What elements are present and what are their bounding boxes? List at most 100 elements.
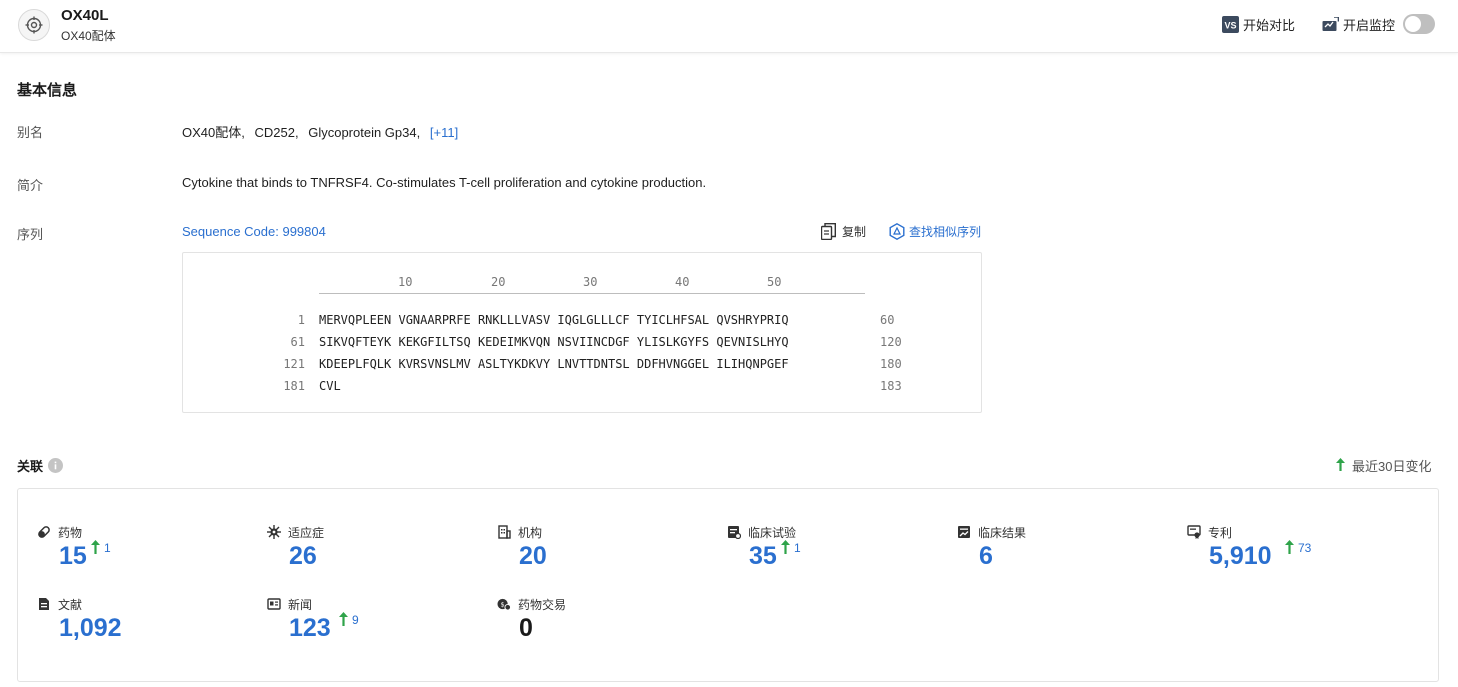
compare-icon: VS bbox=[1222, 16, 1239, 33]
ruler-tick: 30 bbox=[583, 275, 598, 289]
stat-label: 文献 bbox=[58, 597, 83, 612]
newspaper-icon bbox=[267, 597, 281, 611]
stat-delta-value: 73 bbox=[1298, 541, 1312, 555]
page-title: OX40L bbox=[61, 7, 109, 24]
copy-button[interactable]: 复制 bbox=[821, 223, 866, 240]
monitor-icon bbox=[1322, 17, 1339, 32]
stat-label: 专利 bbox=[1208, 525, 1233, 540]
chart-report-icon bbox=[957, 525, 971, 539]
up-arrow-icon bbox=[91, 540, 100, 558]
monitor-label: 开启监控 bbox=[1343, 18, 1396, 33]
sequence-label: 序列 bbox=[17, 227, 44, 242]
sequence-row-end: 60 bbox=[880, 313, 895, 327]
alias-more-link[interactable]: [+11] bbox=[430, 125, 458, 140]
stat-label: 药物 bbox=[58, 525, 83, 540]
intro-label: 简介 bbox=[17, 178, 44, 193]
sequence-row-start: 61 bbox=[290, 335, 305, 349]
stat-value[interactable]: 6 bbox=[979, 542, 993, 571]
sequence-row: 181 CVL 183 bbox=[183, 379, 981, 395]
alias-item: Glycoprotein Gp34 bbox=[308, 125, 417, 140]
related-stats-panel: 药物 15 1 适应症 26 机构 20 临床试验 35 1 临床结果 6 专利… bbox=[17, 488, 1439, 682]
copy-icon bbox=[821, 223, 836, 240]
stat-value[interactable]: 20 bbox=[519, 542, 547, 571]
stat-value[interactable]: 15 bbox=[59, 542, 87, 571]
stat-news[interactable]: 新闻 123 9 bbox=[267, 596, 359, 642]
stat-value[interactable]: 26 bbox=[289, 542, 317, 571]
monitor-toggle[interactable] bbox=[1403, 14, 1435, 34]
virus-icon bbox=[267, 525, 281, 539]
svg-text:$: $ bbox=[501, 600, 505, 608]
stat-patents[interactable]: 专利 5,910 73 bbox=[1187, 524, 1311, 570]
sequence-row-start: 121 bbox=[283, 357, 305, 371]
compare-button[interactable]: VS 开始对比 bbox=[1222, 15, 1295, 34]
stat-value[interactable]: 35 bbox=[749, 542, 777, 571]
sequence-row-residues: SIKVQFTEYK KEKGFILTSQ KEDEIMKVQN NSVIINC… bbox=[319, 335, 789, 349]
alias-item: CD252 bbox=[254, 125, 295, 140]
certificate-icon bbox=[1187, 525, 1201, 539]
ruler-tick: 20 bbox=[491, 275, 506, 289]
find-similar-button[interactable]: 查找相似序列 bbox=[889, 223, 981, 240]
alias-item: OX40配体 bbox=[182, 125, 242, 140]
stat-value[interactable]: 0 bbox=[519, 614, 533, 643]
stat-delta: 1 bbox=[91, 540, 111, 558]
monitor-button[interactable]: 开启监控 bbox=[1322, 15, 1395, 34]
stat-delta: 9 bbox=[339, 612, 359, 630]
target-icon bbox=[18, 9, 50, 41]
compare-badge-text: VS bbox=[1224, 21, 1236, 31]
stat-delta: 73 bbox=[1285, 540, 1311, 558]
related-title-text: 关联 bbox=[17, 459, 44, 474]
stat-drugs[interactable]: 药物 15 1 bbox=[37, 524, 111, 570]
stat-drug-deals[interactable]: $ 药物交易 0 bbox=[497, 596, 567, 642]
stat-delta-value: 1 bbox=[794, 541, 801, 555]
up-arrow-icon bbox=[339, 612, 348, 630]
ruler-tick: 40 bbox=[675, 275, 690, 289]
document-icon bbox=[37, 597, 51, 611]
ruler-tick: 10 bbox=[398, 275, 413, 289]
sequence-row: 1 MERVQPLEEN VGNAARPRFE RNKLLLVASV IQGLG… bbox=[183, 313, 981, 329]
stat-label: 临床结果 bbox=[978, 525, 1027, 540]
stat-value[interactable]: 123 bbox=[289, 614, 331, 643]
stat-organizations[interactable]: 机构 20 bbox=[497, 524, 547, 570]
stat-label: 药物交易 bbox=[518, 597, 567, 612]
stat-label: 新闻 bbox=[288, 597, 313, 612]
sequence-row-residues: CVL bbox=[319, 379, 341, 393]
recent-change-label: 最近30日变化 bbox=[1352, 459, 1432, 474]
sequence-row-start: 1 bbox=[297, 313, 305, 327]
sequence-row-start: 181 bbox=[283, 379, 305, 393]
info-icon[interactable] bbox=[48, 458, 64, 473]
building-icon bbox=[497, 525, 511, 539]
sequence-row-end: 120 bbox=[880, 335, 902, 349]
up-arrow-icon bbox=[1336, 457, 1345, 474]
alias-label: 别名 bbox=[17, 125, 44, 140]
clipboard-icon bbox=[727, 525, 741, 539]
stat-indications[interactable]: 适应症 26 bbox=[267, 524, 325, 570]
stat-literature[interactable]: 文献 1,092 bbox=[37, 596, 122, 642]
sequence-viewer: 10 20 30 40 50 1 MERVQPLEEN VGNAARPRFE R… bbox=[182, 252, 982, 413]
sequence-row: 121 KDEEPLFQLK KVRSVNSLMV ASLTYKDKVY LNV… bbox=[183, 357, 981, 373]
stat-value[interactable]: 5,910 bbox=[1209, 542, 1272, 571]
find-similar-label: 查找相似序列 bbox=[909, 225, 982, 239]
sequence-row-residues: KDEEPLFQLK KVRSVNSLMV ASLTYKDKVY LNVTTDN… bbox=[319, 357, 789, 371]
sequence-row-end: 180 bbox=[880, 357, 902, 371]
stat-delta-value: 1 bbox=[104, 541, 111, 555]
stat-delta: 1 bbox=[781, 540, 801, 558]
pill-icon bbox=[37, 525, 51, 539]
intro-text: Cytokine that binds to TNFRSF4. Co-stimu… bbox=[182, 175, 707, 190]
stat-clinical-trials[interactable]: 临床试验 35 1 bbox=[727, 524, 801, 570]
sequence-row: 61 SIKVQFTEYK KEKGFILTSQ KEDEIMKVQN NSVI… bbox=[183, 335, 981, 351]
page-subtitle: OX40配体 bbox=[61, 29, 116, 43]
sequence-row-residues: MERVQPLEEN VGNAARPRFE RNKLLLVASV IQGLGLL… bbox=[319, 313, 789, 327]
deal-icon: $ bbox=[497, 597, 511, 611]
stat-label: 适应症 bbox=[288, 525, 325, 540]
up-arrow-icon bbox=[781, 540, 790, 558]
alias-list: OX40配体, CD252, Glycoprotein Gp34, [+11] bbox=[182, 125, 459, 140]
ruler-tick: 50 bbox=[767, 275, 782, 289]
up-arrow-icon bbox=[1285, 540, 1294, 558]
stat-value[interactable]: 1,092 bbox=[59, 614, 122, 643]
sequence-code-link[interactable]: Sequence Code: 999804 bbox=[182, 224, 326, 239]
compare-label: 开始对比 bbox=[1243, 18, 1296, 33]
header-bar: OX40L OX40配体 VS 开始对比 开启监控 bbox=[0, 0, 1458, 53]
find-similar-icon bbox=[889, 223, 905, 240]
related-title: 关联 bbox=[17, 456, 64, 475]
stat-clinical-results[interactable]: 临床结果 6 bbox=[957, 524, 1027, 570]
